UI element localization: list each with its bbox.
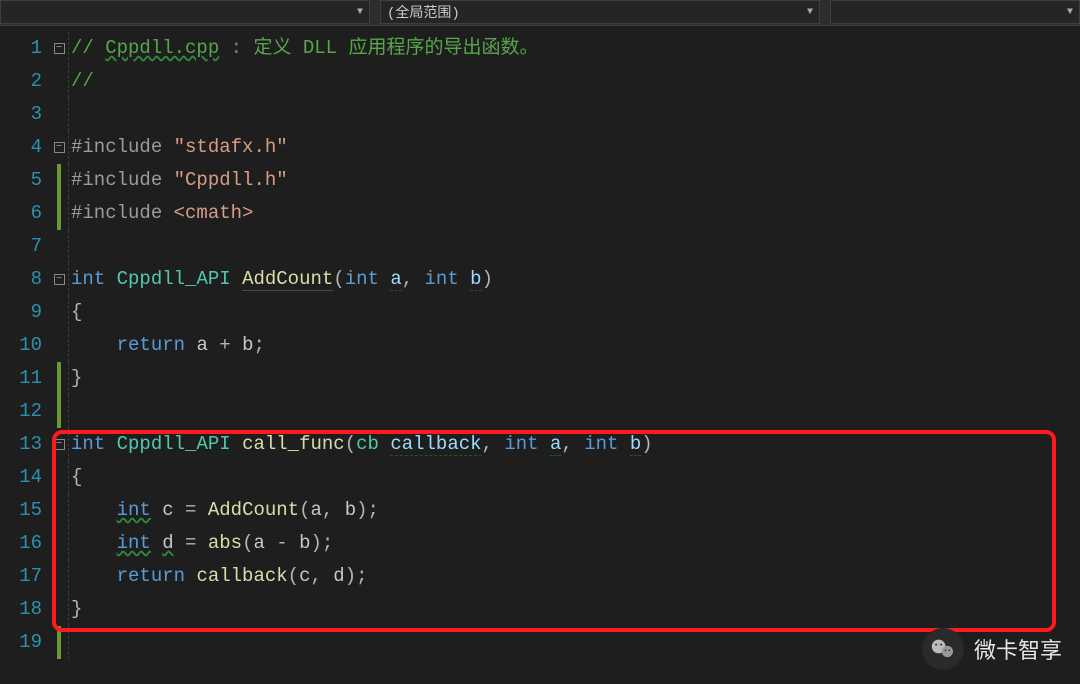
toolbar: ▼ (全局范围) ▼ ▼ (0, 0, 1080, 26)
code-editor[interactable]: 1 2 3 4 5 6 7 8 9 10 11 12 13 14 15 16 1… (0, 26, 1080, 684)
change-bar-icon (57, 197, 61, 230)
wechat-icon (922, 628, 964, 670)
code-line[interactable]: #include "Cppdll.h" (68, 164, 1080, 197)
code-line[interactable]: int c = AddCount(a, b); (68, 494, 1080, 527)
code-line[interactable]: // Cppdll.cpp : 定义 DLL 应用程序的导出函数。 (68, 32, 1080, 65)
line-number: 1 (0, 32, 50, 65)
code-line[interactable]: return a + b; (68, 329, 1080, 362)
line-number: 3 (0, 98, 50, 131)
line-number: 12 (0, 395, 50, 428)
code-line[interactable] (68, 395, 1080, 428)
scope-dropdown-3[interactable]: ▼ (830, 0, 1080, 24)
fold-toggle-icon[interactable]: − (54, 142, 65, 153)
code-line[interactable]: #include <cmath> (68, 197, 1080, 230)
scope-dropdown-2[interactable]: (全局范围) ▼ (380, 0, 820, 24)
line-number: 9 (0, 296, 50, 329)
code-line[interactable]: { (68, 296, 1080, 329)
change-bar-icon (57, 626, 61, 659)
scope-dropdown-1[interactable]: ▼ (0, 0, 370, 24)
line-number: 17 (0, 560, 50, 593)
code-line[interactable] (68, 230, 1080, 263)
dd2-label: (全局范围) (387, 2, 460, 22)
line-number: 16 (0, 527, 50, 560)
fold-toggle-icon[interactable]: − (54, 43, 65, 54)
code-line[interactable]: #include "stdafx.h" (68, 131, 1080, 164)
code-line[interactable]: return callback(c, d); (68, 560, 1080, 593)
chevron-down-icon: ▼ (1067, 7, 1073, 18)
code-line[interactable] (68, 98, 1080, 131)
line-number: 19 (0, 626, 50, 659)
line-number: 5 (0, 164, 50, 197)
watermark: 微卡智享 (922, 628, 1062, 670)
chevron-down-icon: ▼ (807, 7, 813, 18)
line-number: 11 (0, 362, 50, 395)
code-line[interactable]: // (68, 65, 1080, 98)
watermark-text: 微卡智享 (974, 633, 1062, 665)
change-bar-icon (57, 164, 61, 197)
line-number: 14 (0, 461, 50, 494)
code-line[interactable]: int d = abs(a - b); (68, 527, 1080, 560)
code-line[interactable]: int Cppdll_API AddCount(int a, int b) (68, 263, 1080, 296)
fold-column: − − − − (50, 26, 68, 684)
line-number: 8 (0, 263, 50, 296)
line-number: 2 (0, 65, 50, 98)
line-number: 7 (0, 230, 50, 263)
code-line[interactable]: int Cppdll_API call_func(cb callback, in… (68, 428, 1080, 461)
line-number: 13 (0, 428, 50, 461)
code-line[interactable]: } (68, 593, 1080, 626)
fold-toggle-icon[interactable]: − (54, 439, 65, 450)
line-number: 18 (0, 593, 50, 626)
code-line[interactable]: { (68, 461, 1080, 494)
change-bar-icon (57, 362, 61, 395)
line-number: 4 (0, 131, 50, 164)
chevron-down-icon: ▼ (357, 7, 363, 18)
line-number-gutter: 1 2 3 4 5 6 7 8 9 10 11 12 13 14 15 16 1… (0, 26, 50, 684)
line-number: 6 (0, 197, 50, 230)
change-bar-icon (57, 395, 61, 428)
fold-toggle-icon[interactable]: − (54, 274, 65, 285)
code-line[interactable]: } (68, 362, 1080, 395)
line-number: 15 (0, 494, 50, 527)
code-area[interactable]: // Cppdll.cpp : 定义 DLL 应用程序的导出函数。 // #in… (68, 26, 1080, 684)
line-number: 10 (0, 329, 50, 362)
